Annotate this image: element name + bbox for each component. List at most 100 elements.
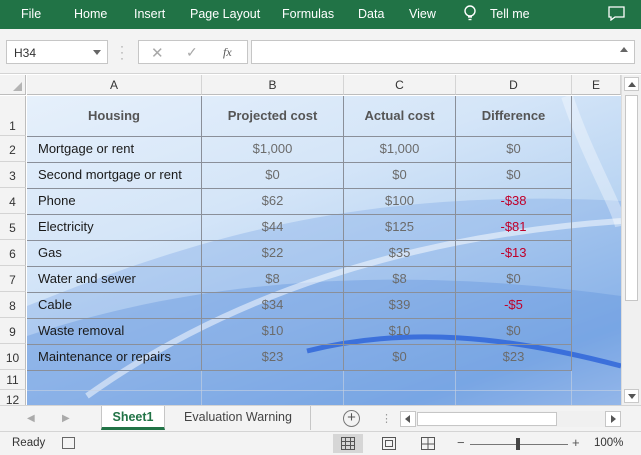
row-header-1[interactable]: 1 (0, 96, 26, 136)
select-all-corner[interactable] (0, 75, 26, 95)
insert-function-icon[interactable]: fx (223, 45, 232, 60)
cell-actual[interactable]: $8 (344, 266, 455, 292)
cell-housing-item[interactable]: Electricity (27, 214, 201, 240)
worksheet-grid[interactable]: A B C D E 1 2 3 4 5 6 7 8 9 10 11 12 Hou… (0, 75, 621, 405)
tab-insert[interactable]: Insert (134, 7, 165, 21)
cell-difference[interactable]: -$38 (456, 188, 571, 214)
cell-actual[interactable]: $1,000 (344, 136, 455, 162)
lightbulb-icon[interactable] (463, 5, 477, 23)
tab-formulas[interactable]: Formulas (282, 7, 334, 21)
horizontal-scrollbar[interactable] (400, 411, 621, 427)
cell-actual[interactable]: $35 (344, 240, 455, 266)
zoom-slider-thumb[interactable] (516, 438, 520, 450)
header-actual-cost[interactable]: Actual cost (344, 96, 455, 136)
cell-difference[interactable]: $0 (456, 266, 571, 292)
splitter-dots-icon[interactable]: · · · (120, 40, 124, 64)
cell-housing-item[interactable]: Waste removal (27, 318, 201, 344)
cell-housing-item[interactable]: Mortgage or rent (27, 136, 201, 162)
header-difference[interactable]: Difference (456, 96, 571, 136)
cell-housing-item[interactable]: Second mortgage or rent (27, 162, 201, 188)
row-header-12[interactable]: 12 (0, 390, 26, 405)
scroll-down-button[interactable] (624, 389, 639, 403)
row-header-7[interactable]: 7 (0, 266, 26, 292)
normal-view-button[interactable] (333, 434, 363, 453)
cell-actual[interactable]: $100 (344, 188, 455, 214)
chevron-up-icon[interactable] (620, 47, 628, 52)
header-housing[interactable]: Housing (27, 96, 201, 136)
cell-difference[interactable]: $0 (456, 162, 571, 188)
vertical-scroll-thumb[interactable] (625, 95, 638, 301)
zoom-in-button[interactable]: + (572, 435, 580, 450)
cell-difference[interactable]: -$13 (456, 240, 571, 266)
cell-housing-item[interactable]: Gas (27, 240, 201, 266)
horizontal-scroll-thumb[interactable] (417, 412, 557, 426)
cell-difference[interactable]: $23 (456, 344, 571, 370)
header-projected-cost[interactable]: Projected cost (202, 96, 343, 136)
cell-projected[interactable]: $10 (202, 318, 343, 344)
cell-housing-item[interactable]: Cable (27, 292, 201, 318)
cell-projected[interactable]: $62 (202, 188, 343, 214)
splitter-dots-icon[interactable]: ⋮ (381, 412, 392, 425)
prev-sheet-icon[interactable]: ◀ (27, 413, 35, 424)
zoom-out-button[interactable]: − (457, 435, 465, 450)
row-header-6[interactable]: 6 (0, 240, 26, 266)
cell-difference[interactable]: -$5 (456, 292, 571, 318)
tab-data[interactable]: Data (358, 7, 384, 21)
formula-input[interactable] (251, 40, 635, 64)
scroll-left-button[interactable] (400, 411, 416, 427)
comment-icon[interactable] (608, 6, 625, 21)
cells-area[interactable]: Housing Projected cost Actual cost Diffe… (27, 96, 621, 405)
cell-actual[interactable]: $125 (344, 214, 455, 240)
cell-housing-item[interactable]: Phone (27, 188, 201, 214)
page-layout-view-button[interactable] (374, 434, 404, 453)
scroll-up-button[interactable] (624, 77, 639, 91)
page-break-view-button[interactable] (413, 434, 443, 453)
sheet-tab-sheet1[interactable]: Sheet1 (101, 406, 165, 430)
row-header-9[interactable]: 9 (0, 318, 26, 344)
cell-projected[interactable]: $34 (202, 292, 343, 318)
cancel-icon[interactable]: ✕ (151, 44, 164, 62)
tab-view[interactable]: View (409, 7, 436, 21)
cell-projected[interactable]: $0 (202, 162, 343, 188)
scroll-right-button[interactable] (605, 411, 621, 427)
cell-projected[interactable]: $44 (202, 214, 343, 240)
cell-difference[interactable]: -$81 (456, 214, 571, 240)
cell-housing-item[interactable]: Water and sewer (27, 266, 201, 292)
cell-actual[interactable]: $10 (344, 318, 455, 344)
column-header-a[interactable]: A (27, 75, 202, 95)
cell-projected[interactable]: $22 (202, 240, 343, 266)
cell-difference[interactable]: $0 (456, 136, 571, 162)
row-header-2[interactable]: 2 (0, 136, 26, 162)
name-box[interactable]: H34 (6, 40, 108, 64)
cell-projected[interactable]: $1,000 (202, 136, 343, 162)
cell-difference[interactable]: $0 (456, 318, 571, 344)
row-header-4[interactable]: 4 (0, 188, 26, 214)
column-header-e[interactable]: E (572, 75, 621, 95)
chevron-down-icon[interactable] (93, 50, 101, 55)
next-sheet-icon[interactable]: ▶ (62, 413, 70, 424)
vertical-scrollbar[interactable] (621, 75, 641, 405)
cell-actual[interactable]: $0 (344, 344, 455, 370)
tab-tell-me[interactable]: Tell me (490, 7, 530, 21)
column-header-d[interactable]: D (456, 75, 572, 95)
cell-projected[interactable]: $8 (202, 266, 343, 292)
row-header-3[interactable]: 3 (0, 162, 26, 188)
row-header-10[interactable]: 10 (0, 344, 26, 370)
zoom-level[interactable]: 100% (594, 437, 623, 449)
cell-housing-item[interactable]: Maintenance or repairs (27, 344, 201, 370)
sheet-tab-evaluation-warning[interactable]: Evaluation Warning (166, 406, 311, 430)
tab-home[interactable]: Home (74, 7, 107, 21)
cell-actual[interactable]: $0 (344, 162, 455, 188)
column-header-c[interactable]: C (344, 75, 456, 95)
column-header-b[interactable]: B (202, 75, 344, 95)
cell-actual[interactable]: $39 (344, 292, 455, 318)
macro-record-icon[interactable] (62, 437, 75, 449)
row-header-11[interactable]: 11 (0, 370, 26, 390)
row-header-5[interactable]: 5 (0, 214, 26, 240)
tab-page-layout[interactable]: Page Layout (190, 7, 260, 21)
row-header-8[interactable]: 8 (0, 292, 26, 318)
tab-file[interactable]: File (21, 7, 41, 21)
check-icon[interactable]: ✓ (186, 44, 198, 61)
add-sheet-icon[interactable]: + (343, 410, 360, 427)
cell-projected[interactable]: $23 (202, 344, 343, 370)
